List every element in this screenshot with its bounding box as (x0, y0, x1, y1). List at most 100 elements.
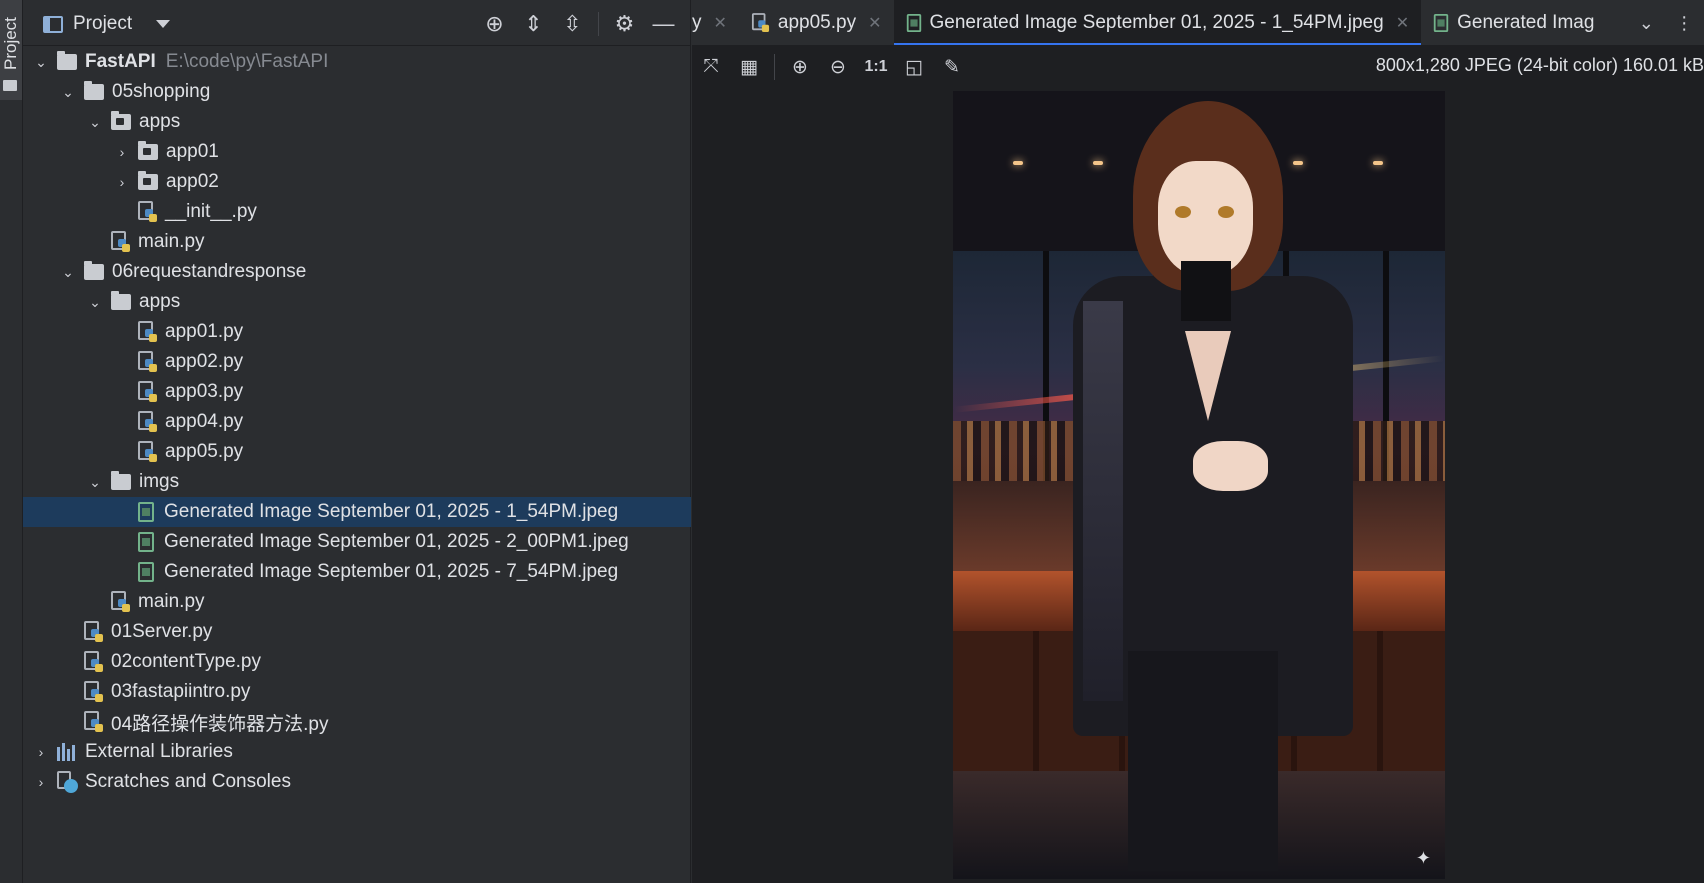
tab-label: y (692, 12, 702, 33)
scratches-icon (57, 771, 79, 793)
tree-item-05shopping[interactable]: ⌄ 05shopping (23, 77, 691, 107)
tree-item-external-libraries[interactable]: › External Libraries (23, 737, 691, 767)
toolbar-divider (598, 12, 599, 36)
tree-item-scratches[interactable]: › Scratches and Consoles (23, 767, 691, 797)
chevron-right-icon[interactable]: › (112, 172, 132, 192)
tree-item-label: FastAPI (85, 51, 156, 72)
chevron-down-icon[interactable]: ⌄ (1639, 13, 1654, 34)
zoom-in-icon[interactable]: ⊕ (781, 51, 819, 83)
python-file-icon (84, 711, 103, 733)
chevron-down-icon[interactable]: ⌄ (31, 52, 51, 72)
tree-item-label: 03fastapiintro.py (111, 681, 251, 702)
tree-item-apps[interactable]: ⌄ apps (23, 107, 691, 137)
tree-item-image-7-54pm[interactable]: Generated Image September 01, 2025 - 7_5… (23, 557, 691, 587)
tree-item-label: main.py (138, 591, 205, 612)
locate-file-icon[interactable]: ⊕ (475, 10, 514, 38)
image-detail (1218, 206, 1234, 218)
image-file-icon (138, 562, 154, 582)
tree-item-image-1-54pm[interactable]: Generated Image September 01, 2025 - 1_5… (23, 497, 691, 527)
editor-area: y ✕ app05.py ✕ Generated Image September… (692, 0, 1704, 883)
toolbar-divider (774, 54, 775, 80)
folder-icon (111, 291, 131, 310)
chevron-right-icon[interactable]: › (31, 772, 51, 792)
python-file-icon (138, 201, 157, 223)
chevron-right-icon[interactable]: › (31, 742, 51, 762)
collapse-all-icon[interactable]: ⇳ (553, 10, 592, 38)
python-file-icon (84, 621, 103, 643)
tree-item-label: app01.py (165, 321, 244, 342)
project-view-selector[interactable]: Project (43, 12, 171, 36)
tab-bar-actions: ⌄ ⋮ (1628, 0, 1704, 45)
tree-item-app04-py[interactable]: app04.py (23, 407, 691, 437)
project-tool-window-button[interactable]: Project (0, 0, 22, 100)
tree-item-label: 06requestandresponse (112, 261, 307, 282)
close-icon[interactable]: ✕ (1396, 13, 1409, 33)
fit-zoom-icon[interactable]: ◱ (895, 51, 933, 83)
tree-item-01server-py[interactable]: 01Server.py (23, 617, 691, 647)
expand-all-icon[interactable]: ⇕ (514, 10, 553, 38)
project-tree: ⌄ FastAPI E:\code\py\FastAPI ⌄ 05shoppin… (23, 47, 691, 797)
gear-icon[interactable]: ⚙ (605, 10, 644, 38)
tree-item-main-py[interactable]: main.py (23, 227, 691, 257)
tree-item-app03-py[interactable]: app03.py (23, 377, 691, 407)
tree-item-app05-py[interactable]: app05.py (23, 437, 691, 467)
tree-item-init-py[interactable]: __init__.py (23, 197, 691, 227)
python-file-icon (111, 231, 130, 253)
chevron-down-icon[interactable]: ⌄ (85, 292, 105, 312)
tree-item-03fastapiintro-py[interactable]: 03fastapiintro.py (23, 677, 691, 707)
chevron-down-icon[interactable]: ⌄ (85, 112, 105, 132)
tree-item-label: apps (139, 291, 181, 312)
project-panel-header: Project ⊕ ⇕ ⇳ ⚙ — (23, 0, 691, 46)
tree-item-label: External Libraries (85, 741, 233, 762)
tree-item-apps[interactable]: ⌄ apps (23, 287, 691, 317)
hide-panel-icon[interactable]: — (644, 10, 683, 38)
image-detail (1181, 261, 1231, 321)
tree-item-label: app02.py (165, 351, 244, 372)
chevron-down-icon[interactable]: ⌄ (85, 472, 105, 492)
tree-item-label: Generated Image September 01, 2025 - 7_5… (164, 561, 619, 582)
actual-size-button[interactable]: 1:1 (857, 51, 895, 83)
tree-item-image-2-00pm1[interactable]: Generated Image September 01, 2025 - 2_0… (23, 527, 691, 557)
fit-to-window-icon[interactable]: ⤧ (692, 51, 730, 83)
tree-item-04-py[interactable]: 04路径操作装饰器方法.py (23, 707, 691, 737)
folder-icon (3, 80, 17, 91)
close-icon[interactable]: ✕ (714, 13, 727, 33)
chevron-down-icon[interactable]: ⌄ (58, 262, 78, 282)
project-panel: Project ⊕ ⇕ ⇳ ⚙ — ⌄ FastAPI E:\code\py\F… (23, 0, 691, 883)
python-file-icon (84, 681, 103, 703)
tab-generated-image[interactable]: Generated Imag (1421, 0, 1606, 45)
more-options-icon[interactable]: ⋮ (1675, 13, 1693, 34)
tree-item-label: app05.py (165, 441, 244, 462)
tree-item-02contenttype-py[interactable]: 02contentType.py (23, 647, 691, 677)
project-panel-title: Project (73, 13, 133, 34)
tab-app05-py[interactable]: app05.py ✕ (739, 0, 894, 45)
ide-window: Project Project ⊕ ⇕ ⇳ ⚙ — ⌄ FastAPI E:\c… (0, 0, 1704, 883)
chevron-down-icon[interactable]: ⌄ (58, 82, 78, 102)
tree-item-main-py[interactable]: main.py (23, 587, 691, 617)
tab-label: Generated Imag (1457, 12, 1595, 33)
tab-image-1-54pm[interactable]: Generated Image September 01, 2025 - 1_5… (893, 0, 1422, 45)
tree-item-app01-py[interactable]: app01.py (23, 317, 691, 347)
tree-item-06requestandresponse[interactable]: ⌄ 06requestandresponse (23, 257, 691, 287)
tree-item-app01[interactable]: › app01 (23, 137, 691, 167)
image-detail (1083, 301, 1123, 701)
project-tool-label: Project (1, 17, 20, 70)
tree-item-label: main.py (138, 231, 205, 252)
tree-item-label: 02contentType.py (111, 651, 261, 672)
module-folder-icon (111, 111, 131, 130)
tab-partial-py[interactable]: y ✕ (692, 0, 739, 45)
tree-item-imgs[interactable]: ⌄ imgs (23, 467, 691, 497)
tree-item-fastapi[interactable]: ⌄ FastAPI E:\code\py\FastAPI (23, 47, 691, 77)
image-detail (1373, 161, 1383, 165)
close-icon[interactable]: ✕ (868, 13, 881, 33)
tree-item-label: app03.py (165, 381, 244, 402)
tree-item-app02[interactable]: › app02 (23, 167, 691, 197)
python-file-icon (138, 411, 157, 433)
image-detail (1093, 161, 1103, 165)
color-picker-icon[interactable]: ✎ (933, 51, 971, 83)
grid-icon[interactable]: ▦ (730, 51, 768, 83)
tab-label: Generated Image September 01, 2025 - 1_5… (929, 12, 1384, 33)
chevron-right-icon[interactable]: › (112, 142, 132, 162)
tree-item-app02-py[interactable]: app02.py (23, 347, 691, 377)
zoom-out-icon[interactable]: ⊖ (819, 51, 857, 83)
